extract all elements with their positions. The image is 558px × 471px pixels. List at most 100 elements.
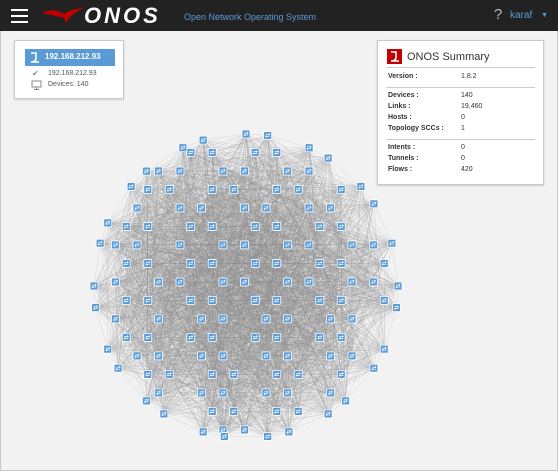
device-switch-icon[interactable] (293, 406, 303, 416)
device-switch-icon[interactable] (250, 222, 260, 231)
device-switch-icon[interactable] (369, 240, 378, 250)
device-switch-icon[interactable] (207, 332, 217, 342)
device-switch-icon[interactable] (263, 432, 273, 441)
device-switch-icon[interactable] (315, 332, 325, 342)
device-switch-icon[interactable] (207, 185, 217, 194)
device-switch-icon[interactable] (207, 406, 217, 416)
device-switch-icon[interactable] (240, 203, 249, 213)
device-switch-icon[interactable] (143, 369, 153, 379)
device-switch-icon[interactable] (240, 240, 249, 250)
device-switch-icon[interactable] (111, 277, 120, 287)
device-switch-icon[interactable] (392, 303, 401, 313)
device-switch-icon[interactable] (91, 303, 100, 313)
user-menu[interactable]: karaf (510, 10, 532, 21)
device-switch-icon[interactable] (121, 332, 131, 342)
device-switch-icon[interactable] (304, 203, 314, 213)
device-switch-icon[interactable] (304, 240, 314, 250)
device-switch-icon[interactable] (111, 240, 120, 250)
menu-icon[interactable] (11, 9, 28, 23)
device-switch-icon[interactable] (197, 388, 206, 398)
device-switch-icon[interactable] (336, 222, 346, 231)
device-switch-icon[interactable] (229, 406, 239, 416)
device-switch-icon[interactable] (143, 296, 153, 305)
device-switch-icon[interactable] (293, 369, 303, 379)
device-switch-icon[interactable] (175, 166, 185, 176)
device-switch-icon[interactable] (250, 148, 260, 157)
device-switch-icon[interactable] (283, 351, 292, 361)
device-switch-icon[interactable] (159, 409, 169, 419)
device-switch-icon[interactable] (263, 131, 273, 140)
device-switch-icon[interactable] (219, 432, 229, 441)
device-switch-icon[interactable] (154, 166, 163, 176)
device-switch-icon[interactable] (379, 296, 389, 305)
device-switch-icon[interactable] (186, 332, 196, 342)
device-switch-icon[interactable] (207, 369, 217, 379)
device-switch-icon[interactable] (336, 332, 346, 342)
device-switch-icon[interactable] (154, 314, 163, 324)
device-switch-icon[interactable] (207, 148, 217, 157)
device-switch-icon[interactable] (304, 143, 314, 153)
device-switch-icon[interactable] (197, 314, 206, 324)
device-switch-icon[interactable] (143, 332, 153, 342)
device-switch-icon[interactable] (218, 351, 228, 361)
device-switch-icon[interactable] (132, 240, 142, 250)
device-switch-icon[interactable] (143, 185, 153, 194)
device-switch-icon[interactable] (186, 259, 196, 268)
device-switch-icon[interactable] (272, 222, 282, 231)
device-switch-icon[interactable] (240, 425, 249, 435)
device-switch-icon[interactable] (178, 143, 188, 153)
device-switch-icon[interactable] (272, 296, 282, 305)
device-switch-icon[interactable] (272, 332, 282, 342)
device-switch-icon[interactable] (250, 259, 260, 268)
device-switch-icon[interactable] (186, 148, 196, 157)
device-switch-icon[interactable] (132, 351, 142, 361)
device-switch-icon[interactable] (284, 427, 294, 437)
device-switch-icon[interactable] (379, 259, 389, 268)
device-switch-icon[interactable] (89, 281, 99, 291)
device-switch-icon[interactable] (369, 199, 379, 209)
device-switch-icon[interactable] (272, 259, 282, 268)
device-switch-icon[interactable] (356, 182, 366, 191)
device-switch-icon[interactable] (336, 259, 346, 268)
device-switch-icon[interactable] (154, 277, 163, 287)
device-switch-icon[interactable] (326, 388, 335, 398)
device-switch-icon[interactable] (323, 153, 333, 163)
device-switch-icon[interactable] (218, 388, 228, 398)
device-switch-icon[interactable] (229, 369, 239, 379)
device-switch-icon[interactable] (121, 296, 131, 305)
device-switch-icon[interactable] (175, 203, 185, 213)
device-switch-icon[interactable] (304, 277, 314, 287)
device-switch-icon[interactable] (250, 296, 260, 305)
device-switch-icon[interactable] (261, 203, 271, 213)
device-switch-icon[interactable] (369, 277, 378, 287)
device-switch-icon[interactable] (186, 296, 196, 305)
device-switch-icon[interactable] (336, 185, 346, 194)
device-switch-icon[interactable] (113, 363, 123, 373)
device-switch-icon[interactable] (336, 369, 346, 379)
device-switch-icon[interactable] (103, 344, 113, 354)
device-switch-icon[interactable] (175, 240, 185, 250)
device-switch-icon[interactable] (142, 166, 151, 176)
device-switch-icon[interactable] (272, 406, 282, 416)
device-switch-icon[interactable] (323, 409, 333, 419)
device-switch-icon[interactable] (240, 277, 249, 287)
device-switch-icon[interactable] (326, 351, 335, 361)
device-switch-icon[interactable] (272, 369, 282, 379)
device-switch-icon[interactable] (379, 344, 389, 354)
device-switch-icon[interactable] (347, 240, 357, 250)
device-switch-icon[interactable] (229, 185, 239, 194)
device-switch-icon[interactable] (121, 259, 131, 268)
device-switch-icon[interactable] (283, 240, 292, 250)
device-switch-icon[interactable] (132, 203, 142, 213)
device-switch-icon[interactable] (283, 277, 292, 287)
device-switch-icon[interactable] (143, 259, 153, 268)
device-switch-icon[interactable] (164, 369, 174, 379)
chevron-down-icon[interactable]: ▼ (541, 12, 548, 19)
device-switch-icon[interactable] (347, 351, 357, 361)
device-switch-icon[interactable] (315, 296, 325, 305)
device-switch-icon[interactable] (198, 135, 208, 145)
device-switch-icon[interactable] (261, 388, 271, 398)
device-switch-icon[interactable] (197, 203, 206, 213)
device-switch-icon[interactable] (111, 314, 120, 324)
device-switch-icon[interactable] (272, 185, 282, 194)
